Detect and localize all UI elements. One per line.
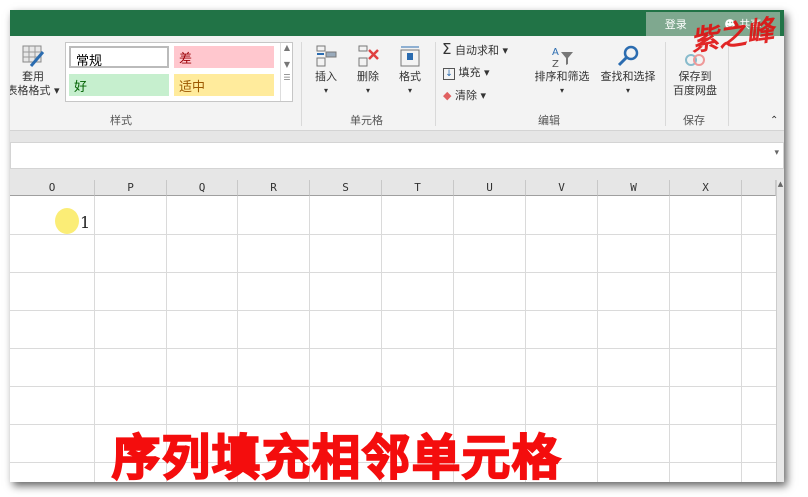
collapse-ribbon-icon[interactable]: ⌃ [770, 114, 778, 128]
style-normal[interactable]: 常规 [69, 46, 169, 69]
column-header-v[interactable]: V [526, 180, 598, 196]
label: 排序和筛选 [534, 70, 590, 83]
sigma-icon: Σ [442, 40, 452, 58]
column-header-s[interactable]: S [310, 180, 382, 196]
cells-group-label: 单元格 [350, 114, 383, 127]
gridline [741, 196, 742, 482]
label: 保存到 [678, 70, 712, 83]
gridline [10, 348, 776, 349]
excel-window: 登录 ☻ 共享 套用 表格格式 ▾ 常规 差 好 适中 ▲ ▼ ☰ 样式 插入 ▾ 删… [10, 10, 784, 482]
autosum-button[interactable]: Σ 自动求和 ▾ [442, 42, 508, 58]
column-header-u[interactable]: U [454, 180, 526, 196]
label: 表格格式 ▾ [10, 84, 60, 97]
find-select-button[interactable]: 查找和选择 ▾ [596, 44, 660, 98]
magnifier-icon [617, 45, 639, 67]
gridline [94, 196, 95, 482]
sort-filter-button[interactable]: AZ 排序和筛选 ▾ [530, 44, 594, 98]
styles-group-label: 样式 [110, 114, 132, 127]
format-button[interactable]: 格式 ▾ [392, 44, 428, 98]
insert-button[interactable]: 插入 ▾ [308, 44, 344, 98]
column-header-r[interactable]: R [238, 180, 310, 196]
eraser-icon: ◆ [443, 89, 452, 102]
gridline [10, 310, 776, 311]
column-header-o[interactable]: O [10, 180, 95, 196]
divider [301, 42, 302, 126]
label: 格式 [399, 70, 421, 83]
cell-o1[interactable]: 1 [80, 213, 90, 232]
format-as-table-button[interactable]: 套用 表格格式 ▾ [10, 44, 62, 98]
label: 删除 [357, 70, 379, 83]
table-brush-icon [22, 45, 45, 67]
gridline [10, 272, 776, 273]
divider [435, 42, 436, 126]
gridline [10, 234, 776, 235]
formula-input[interactable]: ▾ [10, 142, 784, 169]
divider [665, 42, 666, 126]
cell-styles-gallery: 常规 差 好 适中 ▲ ▼ ☰ [65, 42, 293, 102]
label: 百度网盘 [673, 84, 717, 97]
label: 查找和选择 [600, 70, 656, 83]
gridline [10, 386, 776, 387]
column-header-t[interactable]: T [382, 180, 454, 196]
formula-bar: ▾ [10, 131, 784, 181]
cursor-highlight [55, 208, 79, 234]
column-header-p[interactable]: P [95, 180, 167, 196]
gridline [597, 196, 598, 482]
svg-text:A: A [552, 47, 559, 58]
clear-button[interactable]: ◆ 清除 ▾ [443, 89, 486, 103]
save-group-label: 保存 [683, 114, 705, 127]
vertical-scrollbar[interactable]: ▲ [776, 180, 784, 482]
gridline [669, 196, 670, 482]
format-cells-icon [400, 46, 420, 67]
editing-group-label: 编辑 [538, 114, 560, 127]
style-good[interactable]: 好 [69, 74, 169, 96]
column-header-partial[interactable] [742, 180, 776, 196]
style-bad[interactable]: 差 [174, 46, 274, 68]
column-header-q[interactable]: Q [167, 180, 238, 196]
label: 插入 [315, 70, 337, 83]
delete-button[interactable]: 删除 ▾ [350, 44, 386, 98]
gallery-scrollbar[interactable]: ▲ ▼ ☰ [280, 43, 293, 101]
style-neutral[interactable]: 适中 [174, 74, 274, 96]
delete-cells-icon [358, 45, 379, 67]
column-header-w[interactable]: W [598, 180, 670, 196]
label: 套用 [22, 70, 44, 83]
fill-down-icon: ↓ [443, 68, 455, 80]
fill-button[interactable]: ↓ 填充 ▾ [443, 66, 490, 80]
svg-text:Z: Z [552, 59, 559, 68]
sort-filter-icon: AZ [552, 47, 573, 68]
column-header-x[interactable]: X [670, 180, 742, 196]
insert-cells-icon [316, 45, 337, 67]
expand-formula-icon[interactable]: ▾ [774, 148, 779, 158]
title-bar: 登录 ☻ 共享 [10, 10, 784, 36]
login-button[interactable]: 登录 [665, 16, 687, 32]
video-caption: 序列填充相邻单元格 [111, 429, 563, 482]
ribbon: 套用 表格格式 ▾ 常规 差 好 适中 ▲ ▼ ☰ 样式 插入 ▾ 删除 ▾ 格式 ▾ 单… [10, 36, 784, 131]
